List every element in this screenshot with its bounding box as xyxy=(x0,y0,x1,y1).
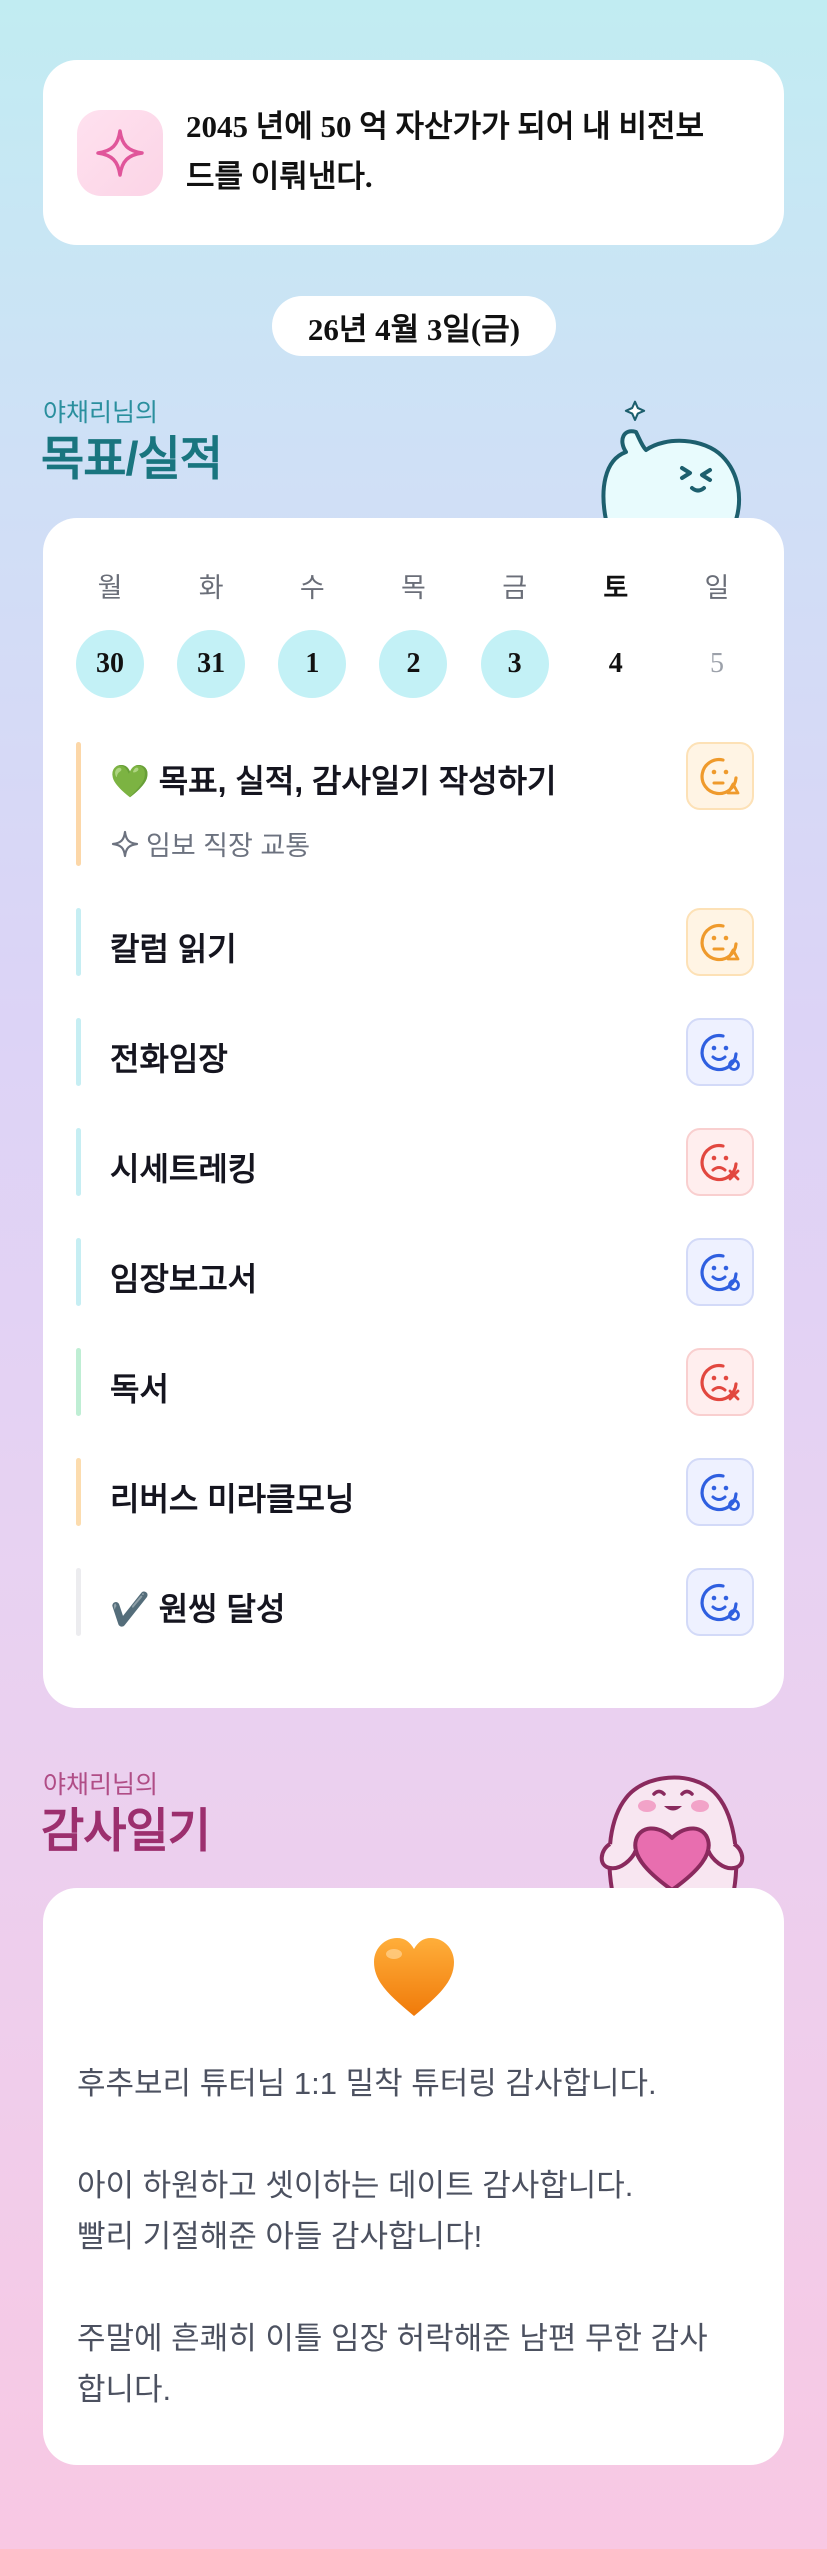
day-number: 4 xyxy=(608,648,623,679)
task-item[interactable]: 리버스 미라클모닝 xyxy=(76,1458,754,1526)
calendar-day[interactable]: 월 30 xyxy=(76,566,144,698)
task-subtitle: 임보 직장 교통 xyxy=(110,824,310,863)
task-item[interactable]: 칼럼 읽기 xyxy=(76,908,754,976)
task-item[interactable]: 전화임장 xyxy=(76,1018,754,1086)
task-color-bar xyxy=(76,908,81,976)
sparkle-icon xyxy=(111,830,139,857)
task-item[interactable]: ✔️ 원씽 달성 xyxy=(76,1568,754,1636)
week-calendar: 월 30 화 31 수 1 목 2 금 3 토 4 일 5 xyxy=(76,566,751,698)
goals-card: 월 30 화 31 수 1 목 2 금 3 토 4 일 5 💚 목표, 실적, … xyxy=(43,518,784,1708)
day-name: 수 xyxy=(299,573,325,603)
gratitude-entry: 후추보리 튜터님 1:1 밀착 튜터링 감사합니다. xyxy=(77,2066,657,2101)
day-number: 2 xyxy=(379,630,448,698)
gratitude-card: 후추보리 튜터님 1:1 밀착 튜터링 감사합니다. 아이 하원하고 셋이하는 … xyxy=(43,1888,784,2465)
task-label: 리버스 미라클모닝 xyxy=(110,1481,355,1517)
calendar-day[interactable]: 일 5 xyxy=(683,566,751,698)
task-item[interactable]: 시세트레킹 xyxy=(76,1128,754,1196)
gratitude-title: 감사일기 xyxy=(41,1804,211,1857)
status-circle-face-icon[interactable] xyxy=(686,1568,754,1636)
day-name: 금 xyxy=(502,573,528,603)
task-label: 임장보고서 xyxy=(110,1261,258,1297)
task-label: 독서 xyxy=(110,1371,169,1407)
day-number: 5 xyxy=(709,648,724,679)
task-item[interactable]: 💚 목표, 실적, 감사일기 작성하기 임보 직장 교통 xyxy=(76,742,754,866)
task-color-bar xyxy=(76,1348,81,1416)
orange-heart-icon xyxy=(374,1938,454,2016)
heart-mascot-icon xyxy=(599,1775,745,1890)
task-item[interactable]: 임장보고서 xyxy=(76,1238,754,1306)
vision-statement: 2045 년에 50 억 자산가가 되어 내 비전보 드를 이뤄낸다. xyxy=(186,109,705,194)
gratitude-entry: 합니다. xyxy=(77,2372,172,2407)
day-number: 30 xyxy=(76,630,144,698)
goals-title: 목표/실적 xyxy=(41,432,223,485)
status-triangle-face-icon[interactable] xyxy=(686,908,754,976)
day-number: 31 xyxy=(177,630,246,698)
task-label: ✔️ 원씽 달성 xyxy=(110,1591,286,1627)
task-color-bar xyxy=(76,1458,81,1526)
task-label: 💚 목표, 실적, 감사일기 작성하기 xyxy=(110,763,557,799)
calendar-day[interactable]: 토 4 xyxy=(582,566,650,698)
day-name: 화 xyxy=(198,573,224,603)
day-name: 월 xyxy=(97,573,123,603)
day-number: 1 xyxy=(278,630,347,698)
task-item[interactable]: 독서 xyxy=(76,1348,754,1416)
gratitude-entry: 아이 하원하고 셋이하는 데이트 감사합니다. xyxy=(77,2168,634,2203)
task-color-bar xyxy=(76,1018,81,1086)
calendar-day[interactable]: 금 3 xyxy=(480,566,549,698)
status-circle-face-icon[interactable] xyxy=(686,1018,754,1086)
calendar-day[interactable]: 수 1 xyxy=(278,566,347,698)
vision-card[interactable]: 2045 년에 50 억 자산가가 되어 내 비전보 드를 이뤄낸다. xyxy=(43,60,784,245)
day-name: 일 xyxy=(704,573,730,603)
status-x-face-icon[interactable] xyxy=(686,1348,754,1416)
status-x-face-icon[interactable] xyxy=(686,1128,754,1196)
task-color-bar xyxy=(76,742,81,866)
task-color-bar xyxy=(76,1128,81,1196)
status-circle-face-icon[interactable] xyxy=(686,1238,754,1306)
task-color-bar xyxy=(76,1568,81,1636)
ghost-mascot-icon xyxy=(601,400,742,520)
day-number: 3 xyxy=(480,630,549,698)
gratitude-entry: 주말에 흔쾌히 이틀 임장 허락해준 남편 무한 감사 xyxy=(77,2321,708,2356)
sparkle-icon xyxy=(77,110,163,196)
task-label: 칼럼 읽기 xyxy=(110,931,237,967)
calendar-day[interactable]: 화 31 xyxy=(177,566,246,698)
calendar-day[interactable]: 목 2 xyxy=(379,566,448,698)
task-label: 전화임장 xyxy=(110,1041,228,1077)
gratitude-entry: 빨리 기절해준 아들 감사합니다! xyxy=(77,2219,483,2254)
task-label: 시세트레킹 xyxy=(110,1151,258,1187)
task-subtitle-text: 임보 직장 교통 xyxy=(146,831,311,861)
day-name: 목 xyxy=(401,573,426,603)
task-color-bar xyxy=(76,1238,81,1306)
day-name: 토 xyxy=(603,573,629,603)
status-triangle-face-icon[interactable] xyxy=(686,742,754,810)
date-selector[interactable]: 26년 4월 3일(금) xyxy=(272,296,556,356)
status-circle-face-icon[interactable] xyxy=(686,1458,754,1526)
